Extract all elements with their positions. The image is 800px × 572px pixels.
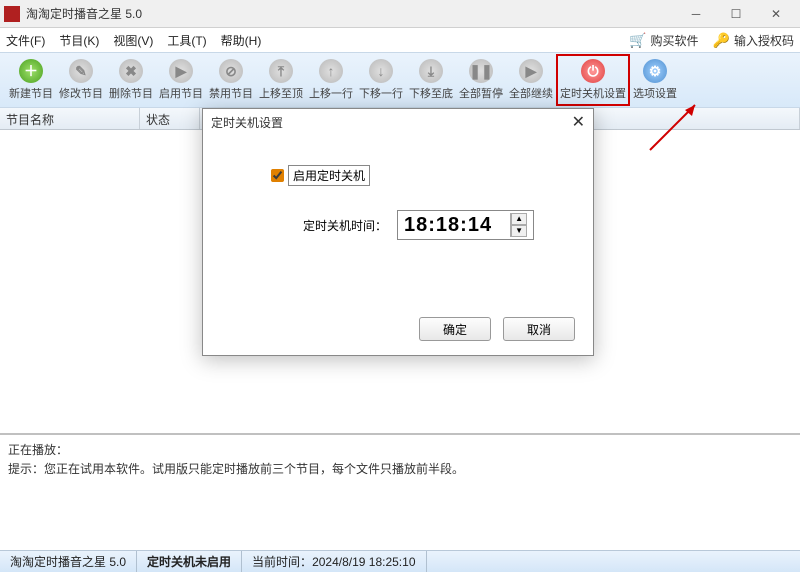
gear-icon: ⚙	[643, 59, 667, 83]
new-program-button[interactable]: ＋新建节目	[6, 56, 56, 104]
license-link[interactable]: 🔑输入授权码	[713, 32, 794, 49]
arrow-down-icon: ↓	[369, 59, 393, 83]
delete-program-button[interactable]: ✖删除节目	[106, 56, 156, 104]
dialog-close-button[interactable]: ✕	[572, 112, 585, 132]
options-button[interactable]: ⚙选项设置	[630, 56, 680, 104]
time-spinner: ▲ ▼	[510, 213, 527, 237]
move-bottom-button[interactable]: ⤓下移至底	[406, 56, 456, 104]
menu-tool[interactable]: 工具(T)	[167, 32, 206, 49]
shutdown-settings-button[interactable]: ⏻定时关机设置	[556, 54, 630, 106]
move-down-button[interactable]: ↓下移一行	[356, 56, 406, 104]
edit-icon: ✎	[69, 59, 93, 83]
toolbar: ＋新建节目 ✎修改节目 ✖删除节目 ▶启用节目 ⊘禁用节目 ⤒上移至顶 ↑上移一…	[0, 52, 800, 108]
dialog-titlebar: 定时关机设置 ✕	[203, 109, 593, 135]
menu-view[interactable]: 视图(V)	[113, 32, 153, 49]
app-icon	[4, 6, 20, 22]
statusbar: 淘淘定时播音之星 5.0 定时关机未启用 当前时间：2024/8/19 18:2…	[0, 550, 800, 572]
move-top-button[interactable]: ⤒上移至顶	[256, 56, 306, 104]
resume-icon: ▶	[519, 59, 543, 83]
spinner-up-button[interactable]: ▲	[511, 213, 527, 225]
disable-program-button[interactable]: ⊘禁用节目	[206, 56, 256, 104]
col-status[interactable]: 状态	[140, 108, 200, 129]
arrow-top-icon: ⤒	[269, 59, 293, 83]
titlebar: 淘淘定时播音之星 5.0 ─ ☐ ✕	[0, 0, 800, 28]
window-title: 淘淘定时播音之星 5.0	[26, 5, 676, 22]
buy-link[interactable]: 🛒购买软件	[629, 32, 698, 49]
info-panel: 正在播放： 提示：您正在试用本软件。试用版只能定时播放前三个节目，每个文件只播放…	[0, 434, 800, 528]
status-time: 当前时间：2024/8/19 18:25:10	[242, 551, 426, 572]
resume-all-button[interactable]: ▶全部继续	[506, 56, 556, 104]
menu-program[interactable]: 节目(K)	[59, 32, 99, 49]
trial-hint: 提示：您正在试用本软件。试用版只能定时播放前三个节目，每个文件只播放前半段。	[8, 460, 792, 479]
move-up-button[interactable]: ↑上移一行	[306, 56, 356, 104]
shutdown-dialog: 定时关机设置 ✕ 启用定时关机 定时关机时间： 18:18:14 ▲ ▼ 确定 …	[202, 108, 594, 356]
key-icon: 🔑	[713, 32, 730, 49]
status-shutdown: 定时关机未启用	[137, 551, 242, 572]
cancel-button[interactable]: 取消	[503, 317, 575, 341]
pause-icon: ❚❚	[469, 59, 493, 83]
cart-icon: 🛒	[629, 32, 646, 49]
edit-program-button[interactable]: ✎修改节目	[56, 56, 106, 104]
maximize-button[interactable]: ☐	[716, 2, 756, 26]
menu-file[interactable]: 文件(F)	[6, 32, 45, 49]
stop-icon: ⊘	[219, 59, 243, 83]
delete-icon: ✖	[119, 59, 143, 83]
arrow-up-icon: ↑	[319, 59, 343, 83]
plus-icon: ＋	[19, 59, 43, 83]
power-icon: ⏻	[581, 59, 605, 83]
arrow-bottom-icon: ⤓	[419, 59, 443, 83]
close-button[interactable]: ✕	[756, 2, 796, 26]
enable-shutdown-label: 启用定时关机	[288, 165, 370, 186]
menu-help[interactable]: 帮助(H)	[221, 32, 262, 49]
now-playing-label: 正在播放：	[8, 441, 792, 460]
status-app: 淘淘定时播音之星 5.0	[0, 551, 137, 572]
spinner-down-button[interactable]: ▼	[511, 225, 527, 237]
col-name[interactable]: 节目名称	[0, 108, 140, 129]
enable-shutdown-checkbox[interactable]	[271, 169, 284, 182]
enable-program-button[interactable]: ▶启用节目	[156, 56, 206, 104]
shutdown-time-value: 18:18:14	[404, 214, 492, 237]
minimize-button[interactable]: ─	[676, 2, 716, 26]
menubar: 文件(F) 节目(K) 视图(V) 工具(T) 帮助(H) 🛒购买软件 🔑输入授…	[0, 28, 800, 52]
shutdown-time-label: 定时关机时间：	[303, 217, 387, 234]
ok-button[interactable]: 确定	[419, 317, 491, 341]
dialog-title: 定时关机设置	[211, 114, 283, 131]
pause-all-button[interactable]: ❚❚全部暂停	[456, 56, 506, 104]
shutdown-time-input[interactable]: 18:18:14 ▲ ▼	[397, 210, 534, 240]
enable-shutdown-checkbox-row: 启用定时关机	[271, 165, 553, 186]
play-icon: ▶	[169, 59, 193, 83]
